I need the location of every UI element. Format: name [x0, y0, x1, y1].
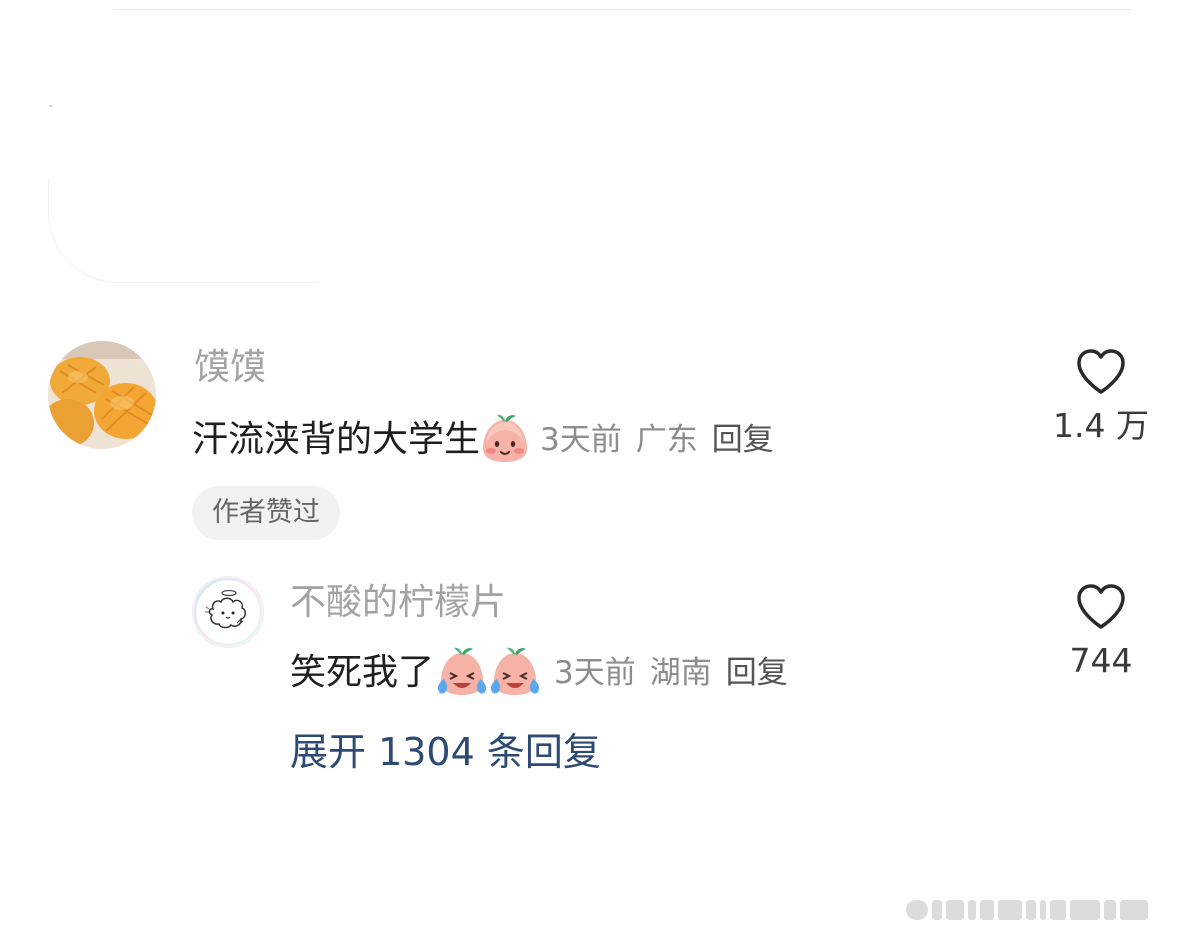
avatar-image-icon	[48, 341, 156, 449]
reply-username[interactable]: 不酸的柠檬片	[290, 581, 506, 625]
top-divider	[113, 9, 1131, 10]
laugh-cry-peach-emoji-icon	[434, 645, 544, 701]
heart-outline-icon[interactable]	[1075, 583, 1127, 631]
reply-location: 湖南	[649, 655, 712, 691]
heart-outline-icon[interactable]	[1075, 348, 1127, 396]
comment-body: 汗流浃背的大学生 3天前 广东 回复	[192, 412, 774, 468]
reply-like-count: 744	[1069, 641, 1133, 680]
reply-like-button[interactable]: 744	[1041, 583, 1161, 681]
reply-body: 笑死我了 3天前 湖南 回复	[290, 645, 788, 701]
comment-location: 广东	[635, 422, 698, 458]
avatar[interactable]	[48, 341, 156, 449]
author-liked-badge: 作者赞过	[192, 486, 340, 540]
blush-peach-emoji-icon	[480, 412, 530, 468]
reply-avatar[interactable]	[192, 576, 264, 648]
bottom-watermark	[906, 897, 1172, 923]
faint-dot	[49, 105, 52, 107]
reply-time: 3天前	[554, 655, 636, 691]
reply-text: 笑死我了	[290, 652, 435, 693]
comment-username[interactable]: 馍馍	[194, 346, 266, 390]
comment-text: 汗流浃背的大学生	[192, 419, 481, 460]
comment-time: 3天前	[540, 422, 622, 458]
faint-outline	[48, 178, 319, 283]
sheep-doodle-icon	[193, 577, 263, 647]
comment-reply-button[interactable]: 回复	[712, 416, 774, 464]
comment-like-count: 1.4 万	[1053, 406, 1149, 445]
reply-reply-button[interactable]: 回复	[726, 649, 788, 697]
expand-replies-link[interactable]: 展开 1304 条回复	[290, 726, 601, 778]
comment-like-button[interactable]: 1.4 万	[1041, 348, 1161, 446]
